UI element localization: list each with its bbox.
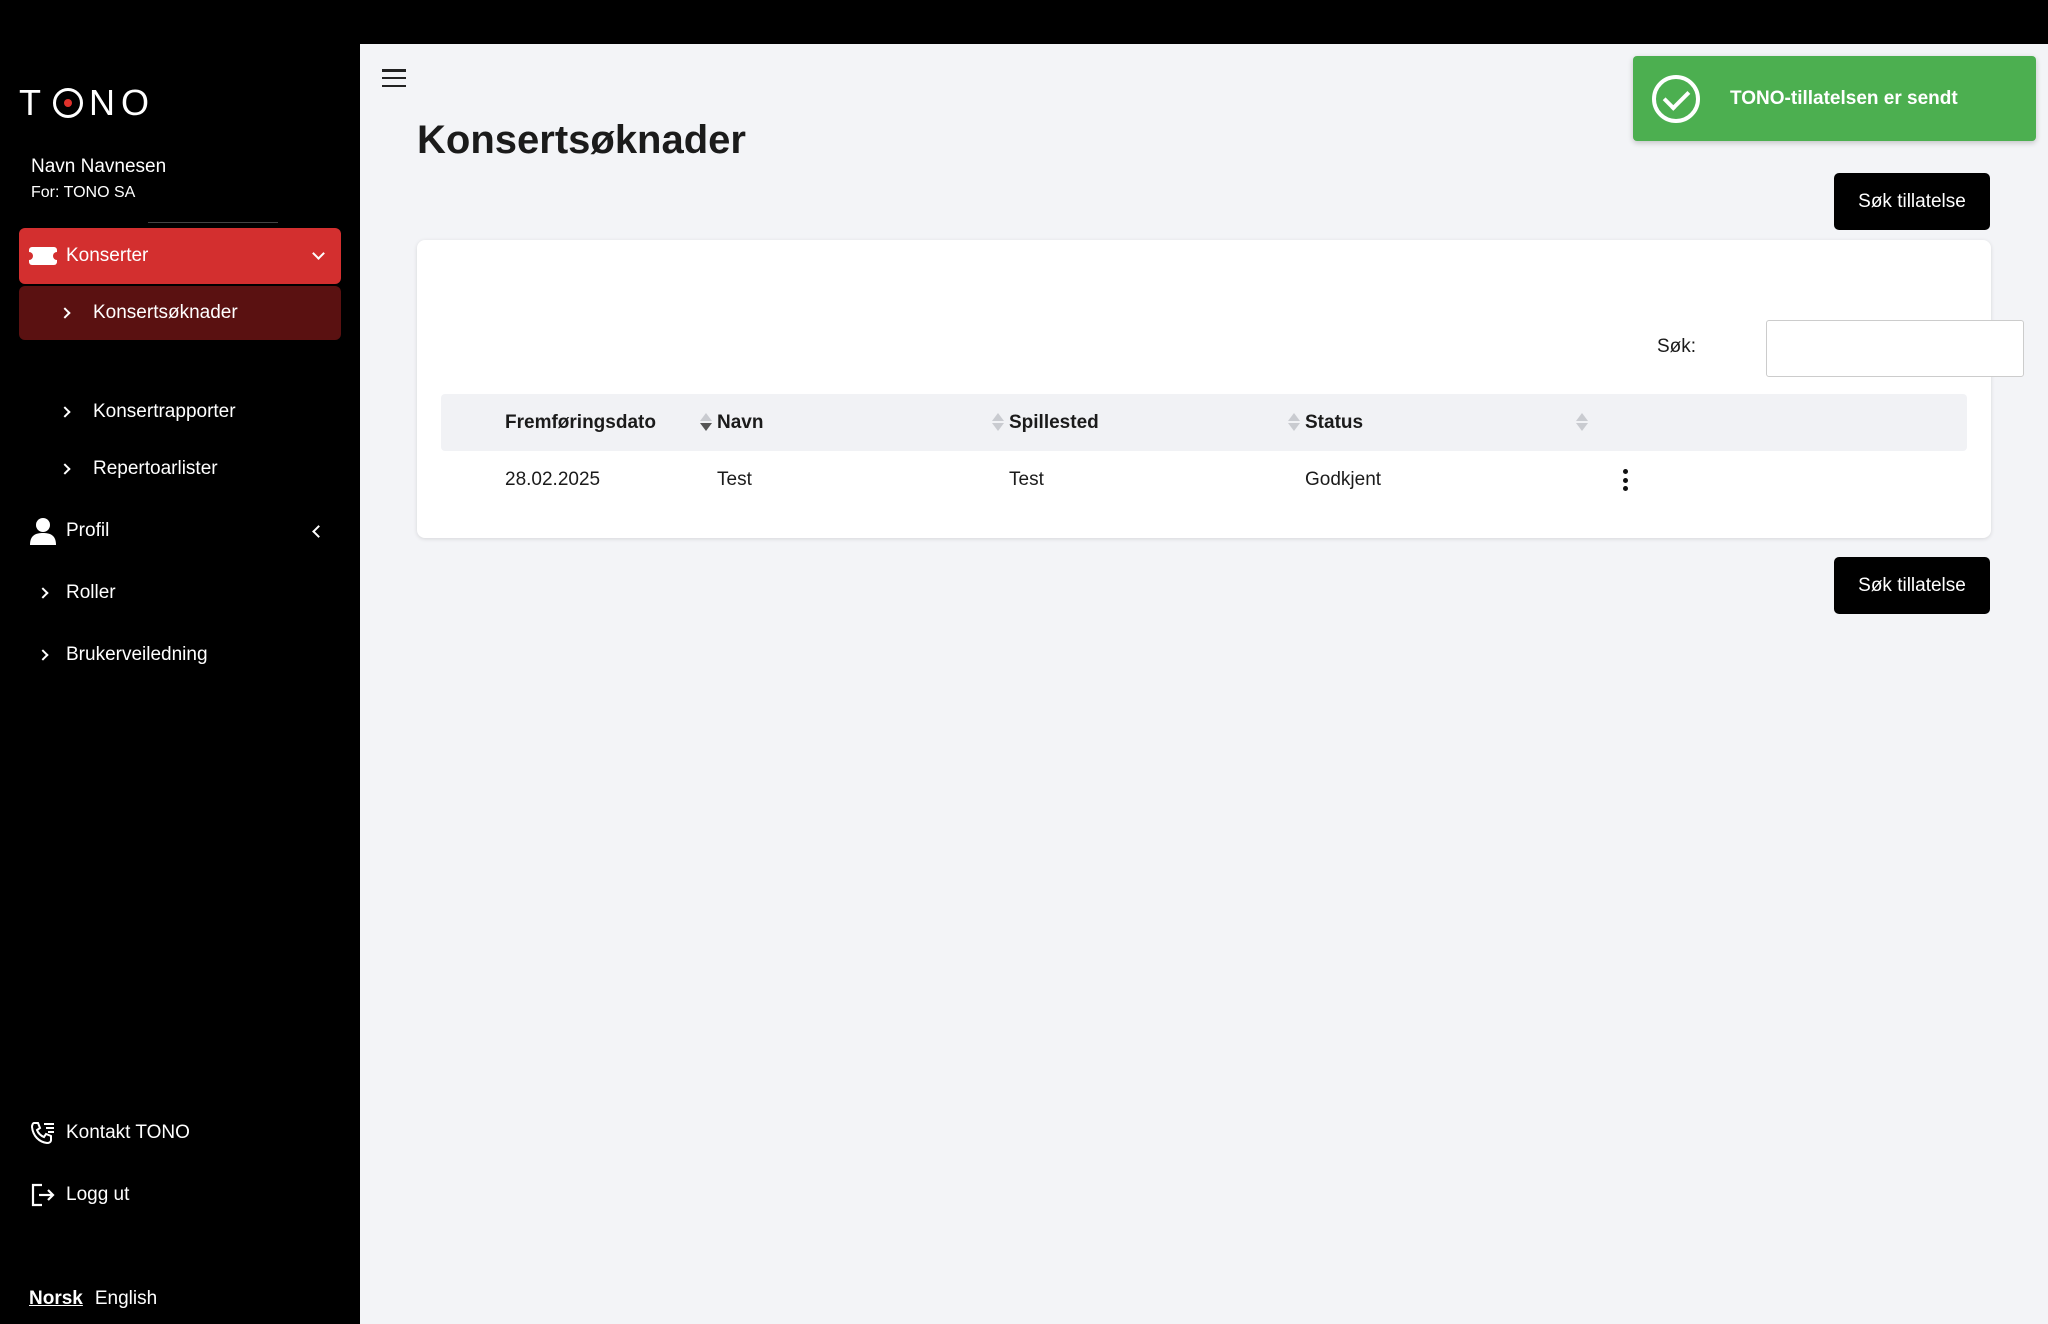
logo-text-start: T — [19, 82, 47, 123]
chevron-right-icon — [51, 299, 79, 327]
page-title: Konsertsøknader — [417, 118, 746, 162]
sidebar-item-logout[interactable]: Logg ut — [19, 1167, 341, 1223]
toast-message: TONO-tillatelsen er sendt — [1730, 87, 1958, 109]
chevron-right-icon — [51, 398, 79, 426]
sidebar-item-label: Roller — [66, 582, 116, 603]
table-row[interactable]: 28.02.2025 Test Test Godkjent — [441, 451, 1967, 508]
sidebar-item-konserter[interactable]: Konserter — [19, 228, 341, 284]
sidebar-item-konsertrapporter[interactable]: Konsertrapporter — [19, 384, 341, 440]
cell-status: Godkjent — [1305, 468, 1382, 490]
tono-logo[interactable]: T NO — [19, 82, 155, 124]
window-top-bar — [0, 0, 2048, 44]
table-header: Fremføringsdato Navn Spillested Status — [441, 394, 1967, 451]
sidebar-item-label: Repertoarlister — [93, 458, 218, 479]
sidebar: T NO Navn Navnesen For: TONO SA Konserter… — [0, 44, 360, 1324]
applications-table-card: Søk: Fremføringsdato Navn Spillested Sta… — [417, 240, 2024, 538]
sidebar-item-label: Konserter — [66, 245, 149, 266]
logo-text-end: NO — [89, 82, 155, 123]
logout-icon — [29, 1181, 57, 1209]
column-header-venue[interactable]: Spillested — [1009, 394, 1099, 451]
sort-icon[interactable] — [1575, 409, 1589, 435]
apply-permission-button-bottom[interactable]: Søk tillatelse — [1834, 557, 1990, 614]
sidebar-item-label: Konsertrapporter — [93, 401, 236, 422]
cell-venue: Test — [1009, 468, 1044, 490]
sidebar-item-label: Logg ut — [66, 1184, 130, 1205]
sidebar-item-profil[interactable]: Profil — [19, 503, 341, 559]
language-switcher: Norsk English — [29, 1288, 157, 1310]
sort-icon[interactable] — [991, 409, 1005, 435]
chevron-right-icon — [29, 579, 57, 607]
sidebar-item-konsertsoknader[interactable]: Konsertsøknader — [19, 286, 341, 340]
sort-icon[interactable] — [1287, 409, 1301, 435]
sidebar-item-label: Brukerveiledning — [66, 644, 208, 665]
sidebar-item-brukerveiledning[interactable]: Brukerveiledning — [19, 627, 341, 683]
logo-o-icon — [53, 88, 83, 118]
sidebar-item-roller[interactable]: Roller — [19, 565, 341, 621]
menu-toggle-icon[interactable] — [382, 69, 406, 87]
ticket-icon — [25, 242, 61, 270]
person-icon — [29, 517, 57, 545]
chevron-right-icon — [29, 641, 57, 669]
search-input[interactable] — [1766, 320, 2024, 377]
apply-permission-button-top[interactable]: Søk tillatelse — [1834, 173, 1990, 230]
language-norsk-link[interactable]: Norsk — [29, 1288, 83, 1310]
user-name: Navn Navnesen — [31, 156, 167, 177]
cell-name: Test — [717, 468, 752, 490]
sidebar-item-repertoarlister[interactable]: Repertoarlister — [19, 441, 341, 497]
divider — [148, 222, 278, 223]
sidebar-item-label: Konsertsøknader — [93, 302, 238, 323]
column-header-name[interactable]: Navn — [717, 394, 763, 451]
language-english-link[interactable]: English — [95, 1288, 157, 1310]
main-content: Konsertsøknader Søk tillatelse Søk: Frem… — [360, 44, 2048, 1324]
column-header-status[interactable]: Status — [1305, 394, 1363, 451]
chevron-right-icon — [51, 455, 79, 483]
sort-desc-icon[interactable] — [699, 409, 713, 435]
success-toast[interactable]: TONO-tillatelsen er sendt — [1633, 56, 2036, 141]
chevron-down-icon — [312, 228, 325, 284]
check-circle-icon — [1652, 74, 1700, 123]
sidebar-item-label: Profil — [66, 520, 110, 541]
row-actions-kebab-icon[interactable] — [1623, 469, 1629, 491]
search-label: Søk: — [1657, 336, 1697, 357]
chevron-left-icon — [312, 503, 325, 559]
phone-list-icon — [29, 1119, 57, 1147]
sidebar-item-kontakt[interactable]: Kontakt TONO — [19, 1105, 341, 1161]
cell-date: 28.02.2025 — [505, 468, 601, 490]
user-organization: For: TONO SA — [31, 184, 136, 201]
sidebar-item-label: Kontakt TONO — [66, 1122, 190, 1143]
column-header-date[interactable]: Fremføringsdato — [505, 394, 656, 451]
